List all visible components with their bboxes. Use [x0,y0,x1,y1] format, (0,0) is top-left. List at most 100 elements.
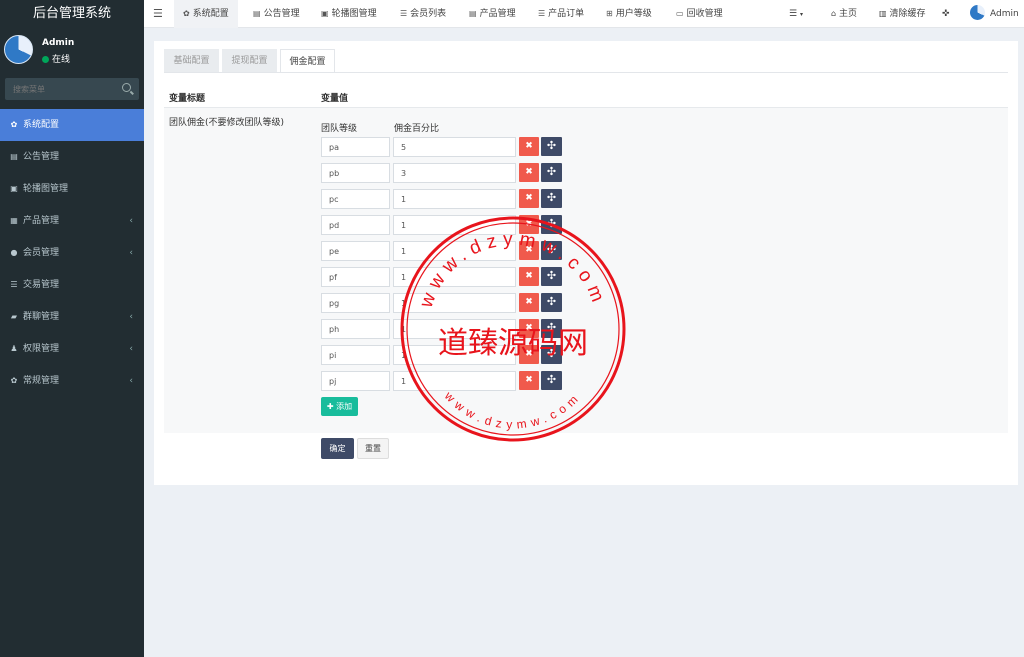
sidebar-item-label: 系统配置 [23,120,60,130]
sidebar-item-permission[interactable]: ♟ 权限管理 ‹ [0,333,144,365]
level-input[interactable] [321,137,390,157]
tab-user-level[interactable]: ⊞ 用户等级 [597,0,661,28]
clear-cache-button[interactable]: ▥ 清除缓存 [879,0,925,28]
sidebar-item-member[interactable]: ● 会员管理 ‹ [0,237,144,269]
stamp-bottom-text: www.dzymw.com [441,388,584,431]
home-icon: ⌂ [831,9,837,18]
home-link[interactable]: ⌂ 主页 [831,0,857,28]
close-icon: ✖ [525,141,533,151]
drag-row-button[interactable]: ✣ [541,137,562,156]
fullscreen-button[interactable]: ✜ [942,0,950,28]
level-input[interactable] [321,215,390,235]
avatar [4,35,33,64]
col-header-title: 变量标题 [169,94,206,104]
tab-basic-config[interactable]: 基础配置 [164,49,219,73]
col-header-value: 变量值 [321,94,349,104]
app-title[interactable]: 后台管理系统 [0,0,144,28]
level-input[interactable] [321,241,390,261]
level-input[interactable] [321,267,390,287]
list-icon: ☰ [789,9,798,19]
sidebar-item-banner[interactable]: ▣ 轮播图管理 [0,173,144,205]
list-icon: ☰ [10,280,18,289]
delete-row-button[interactable]: ✖ [519,189,539,208]
tab-product[interactable]: ▤ 产品管理 [460,0,525,28]
sidebar-item-product[interactable]: ▦ 产品管理 ‹ [0,205,144,237]
trash-icon: ▥ [879,9,887,18]
sidebar-item-label: 权限管理 [23,344,60,354]
tab-banner[interactable]: ▣ 轮播图管理 [312,0,386,28]
home-label: 主页 [838,9,857,19]
delete-row-button[interactable]: ✖ [519,163,539,182]
level-input[interactable] [321,293,390,313]
grid-icon: ▦ [10,216,18,225]
sidebar-item-notice[interactable]: ▤ 公告管理 [0,141,144,173]
tab-label: 产品管理 [479,9,516,19]
user-panel: Admin 在线 [0,28,144,72]
level-input[interactable] [321,189,390,209]
row-label: 团队佣金(不要修改团队等级) [169,118,285,128]
level-input[interactable] [321,163,390,183]
move-icon: ✣ [546,139,557,152]
gear-icon: ✿ [183,9,190,18]
tab-label: 用户等级 [615,9,652,19]
confirm-button[interactable]: 确定 [321,438,354,459]
tab-product-order[interactable]: ☰ 产品订单 [529,0,593,28]
caret-down-icon: ▾ [799,11,803,18]
sub-header-level: 团队等级 [321,124,358,134]
admin-label: Admin [990,9,1019,19]
sidebar-item-trade[interactable]: ☰ 交易管理 [0,269,144,301]
tab-label: 产品订单 [548,9,585,19]
user-icon: ● [10,248,18,257]
delete-row-button[interactable]: ✖ [519,137,539,156]
sidebar-search [5,78,139,100]
drag-row-button[interactable]: ✣ [541,163,562,182]
tab-label: 系统配置 [192,9,229,19]
drag-row-button[interactable]: ✣ [541,189,562,208]
level-input[interactable] [321,319,390,339]
add-row-button[interactable]: ✚ 添加 [321,397,358,416]
plus-icon: ✚ [326,402,334,411]
chevron-left-icon: ‹ [129,312,133,322]
sidebar-item-label: 轮播图管理 [23,184,69,194]
user-name: Admin [42,38,75,48]
admin-avatar [970,5,985,20]
tab-recycle[interactable]: ▭ 回收管理 [667,0,732,28]
reset-button[interactable]: 重置 [357,438,389,459]
admin-menu[interactable]: Admin [970,0,1019,28]
tab-divider [164,72,1008,73]
card-icon: ▭ [676,9,684,18]
sidebar-item-system-config[interactable]: ✿ 系统配置 [0,109,144,141]
tab-member-list[interactable]: ☰ 会员列表 [391,0,455,28]
chevron-left-icon: ‹ [129,376,133,386]
close-icon: ✖ [525,167,533,177]
group-icon: ♟ [10,344,18,353]
tab-notice[interactable]: ▤ 公告管理 [244,0,309,28]
chevron-left-icon: ‹ [129,344,133,354]
search-icon[interactable] [122,83,131,92]
tab-label: 会员列表 [410,9,447,19]
tab-commission-config[interactable]: 佣金配置 [280,49,335,73]
tabs-dropdown-button[interactable]: ☰ ▾ [789,0,803,28]
tab-label: 回收管理 [686,9,723,19]
level-input[interactable] [321,345,390,365]
cogs-icon: ✿ [10,376,18,385]
sidebar-item-label: 产品管理 [23,216,60,226]
percent-input[interactable] [393,189,516,209]
watermark-stamp: www.dzymw.com 道臻源码网 www.dzymw.com [400,216,626,442]
level-input[interactable] [321,371,390,391]
sidebar-item-general[interactable]: ✿ 常规管理 ‹ [0,365,144,397]
gear-icon: ✿ [10,120,18,129]
menu-icon: ☰ [538,9,546,18]
stamp-center-text: 道臻源码网 [438,326,588,361]
percent-input[interactable] [393,163,516,183]
file-icon: ▤ [10,152,18,161]
sidebar-item-label: 公告管理 [23,152,60,162]
chevron-left-icon: ‹ [129,248,133,258]
tab-withdraw-config[interactable]: 提现配置 [222,49,277,73]
menu-toggle-icon[interactable]: ☰ [153,7,163,20]
sidebar-item-group-chat[interactable]: ▰ 群聊管理 ‹ [0,301,144,333]
search-input[interactable] [5,78,115,100]
tab-system-config[interactable]: ✿ 系统配置 [174,0,238,28]
list-icon: ▤ [469,9,477,18]
percent-input[interactable] [393,137,516,157]
